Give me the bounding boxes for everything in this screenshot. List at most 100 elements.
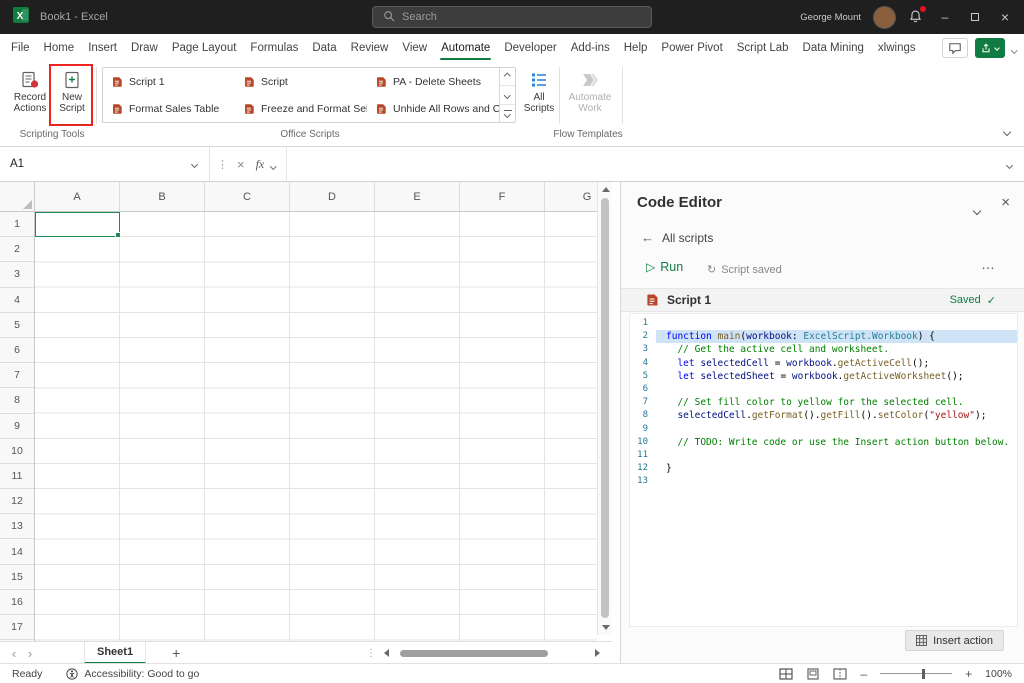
- formula-bar-expand-icon[interactable]: [1007, 155, 1012, 173]
- avatar[interactable]: [873, 6, 896, 29]
- row-header-10[interactable]: 10: [0, 439, 34, 464]
- row-header-9[interactable]: 9: [0, 414, 34, 439]
- all-scripts-back-link[interactable]: ← All scripts: [641, 230, 713, 245]
- all-scripts-button[interactable]: All Scripts: [520, 66, 558, 124]
- formula-input[interactable]: [286, 147, 995, 181]
- office-script-item[interactable]: Script 1: [103, 68, 235, 95]
- add-sheet-button[interactable]: +: [172, 645, 180, 661]
- new-script-button[interactable]: New Script: [52, 66, 92, 124]
- row-header-11[interactable]: 11: [0, 464, 34, 489]
- ribbon-tab-home[interactable]: Home: [37, 34, 82, 62]
- sheet-nav-next-button[interactable]: ›: [22, 646, 38, 661]
- ribbon-tab-developer[interactable]: Developer: [497, 34, 563, 62]
- code-line-2[interactable]: 2function main(workbook: ExcelScript.Wor…: [630, 330, 1017, 343]
- ribbon-tab-data[interactable]: Data: [305, 34, 343, 62]
- function-dropdown-icon[interactable]: [271, 155, 276, 173]
- horizontal-scroll-thumb[interactable]: [400, 650, 548, 657]
- row-header-6[interactable]: 6: [0, 338, 34, 363]
- more-options-button[interactable]: …: [981, 256, 996, 272]
- vertical-scroll-thumb[interactable]: [601, 198, 609, 618]
- cancel-button[interactable]: ×: [237, 157, 245, 172]
- automate-work-button[interactable]: Automate Work: [564, 66, 616, 124]
- zoom-slider[interactable]: [880, 668, 952, 680]
- user-name[interactable]: George Mount: [800, 12, 861, 23]
- scroll-up-arrow[interactable]: [602, 187, 610, 192]
- code-line-1[interactable]: 1: [630, 317, 1017, 330]
- code-line-11[interactable]: 11: [630, 449, 1017, 462]
- ribbon-tab-data-mining[interactable]: Data Mining: [796, 34, 871, 62]
- scroll-right-arrow[interactable]: [595, 649, 600, 657]
- restore-button[interactable]: [966, 10, 984, 24]
- column-header-F[interactable]: F: [460, 182, 545, 211]
- ribbon-tab-review[interactable]: Review: [344, 34, 396, 62]
- row-header-5[interactable]: 5: [0, 313, 34, 338]
- row-header-8[interactable]: 8: [0, 388, 34, 413]
- ribbon-tab-add-ins[interactable]: Add-ins: [564, 34, 617, 62]
- ribbon-tab-xlwings[interactable]: xlwings: [871, 34, 923, 62]
- office-script-item[interactable]: Script: [235, 68, 367, 95]
- column-header-D[interactable]: D: [290, 182, 375, 211]
- ribbon-display-options-icon[interactable]: [1012, 39, 1017, 57]
- office-script-item[interactable]: Format Sales Table: [103, 95, 235, 122]
- normal-view-button[interactable]: [779, 668, 793, 680]
- ribbon-tab-view[interactable]: View: [395, 34, 434, 62]
- zoom-out-button[interactable]: –: [860, 667, 867, 681]
- ribbon-tab-draw[interactable]: Draw: [124, 34, 165, 62]
- row-header-13[interactable]: 13: [0, 514, 34, 539]
- office-script-item[interactable]: Unhide All Rows and C...: [367, 95, 499, 122]
- horizontal-scrollbar[interactable]: [384, 642, 600, 664]
- panel-close-icon[interactable]: ×: [1001, 194, 1010, 211]
- run-button[interactable]: ▷ Run: [646, 260, 683, 274]
- minimize-button[interactable]: –: [936, 10, 954, 24]
- horizontal-scroll-track[interactable]: [394, 649, 590, 657]
- sheet-tab-sheet1[interactable]: Sheet1: [84, 642, 146, 664]
- column-header-E[interactable]: E: [375, 182, 460, 211]
- scroll-down-arrow[interactable]: [602, 625, 610, 630]
- row-header-16[interactable]: 16: [0, 590, 34, 615]
- insert-function-button[interactable]: fx: [256, 157, 265, 172]
- row-header-3[interactable]: 3: [0, 262, 34, 287]
- ribbon-tab-formulas[interactable]: Formulas: [243, 34, 305, 62]
- insert-action-button[interactable]: Insert action: [905, 630, 1004, 651]
- comments-button[interactable]: [942, 38, 968, 58]
- ribbon-tab-help[interactable]: Help: [617, 34, 655, 62]
- share-button[interactable]: [975, 38, 1005, 58]
- row-header-15[interactable]: 15: [0, 565, 34, 590]
- office-script-item[interactable]: Freeze and Format Sel...: [235, 95, 367, 122]
- collapse-ribbon-chevron[interactable]: [1004, 122, 1010, 140]
- accessibility-status[interactable]: Accessibility: Good to go: [66, 668, 199, 680]
- code-line-3[interactable]: 3 // Get the active cell and worksheet.: [630, 343, 1017, 356]
- vertical-scrollbar[interactable]: [597, 182, 612, 635]
- code-area[interactable]: 12function main(workbook: ExcelScript.Wo…: [629, 313, 1018, 627]
- code-line-13[interactable]: 13: [630, 475, 1017, 488]
- ribbon-tab-insert[interactable]: Insert: [81, 34, 124, 62]
- zoom-level[interactable]: 100%: [985, 668, 1012, 680]
- code-line-6[interactable]: 6: [630, 383, 1017, 396]
- ribbon-tab-file[interactable]: File: [4, 34, 37, 62]
- row-header-4[interactable]: 4: [0, 288, 34, 313]
- code-line-12[interactable]: 12}: [630, 462, 1017, 475]
- page-layout-view-button[interactable]: [806, 668, 820, 680]
- column-header-G[interactable]: G: [545, 182, 597, 211]
- sheet-scroll-divider[interactable]: ⋮: [366, 648, 376, 659]
- gallery-more-button[interactable]: [500, 105, 515, 122]
- column-header-A[interactable]: A: [35, 182, 120, 211]
- row-header-14[interactable]: 14: [0, 539, 34, 564]
- column-header-B[interactable]: B: [120, 182, 205, 211]
- select-all-corner[interactable]: [0, 182, 35, 212]
- panel-collapse-chevron[interactable]: [974, 201, 980, 219]
- column-header-C[interactable]: C: [205, 182, 290, 211]
- close-button[interactable]: ×: [996, 9, 1014, 25]
- gallery-scroll-down-button[interactable]: [500, 86, 515, 104]
- ribbon-tab-automate[interactable]: Automate: [434, 34, 497, 62]
- code-line-4[interactable]: 4 let selectedCell = workbook.getActiveC…: [630, 357, 1017, 370]
- ribbon-tab-page-layout[interactable]: Page Layout: [165, 34, 244, 62]
- record-actions-button[interactable]: Record Actions: [10, 66, 50, 124]
- row-header-17[interactable]: 17: [0, 615, 34, 640]
- name-box[interactable]: A1: [0, 147, 210, 181]
- code-line-8[interactable]: 8 selectedCell.getFormat().getFill().set…: [630, 409, 1017, 422]
- formula-bar-handle[interactable]: ⋮: [217, 158, 228, 171]
- row-header-12[interactable]: 12: [0, 489, 34, 514]
- ribbon-tab-power-pivot[interactable]: Power Pivot: [654, 34, 729, 62]
- scroll-left-arrow[interactable]: [384, 649, 389, 657]
